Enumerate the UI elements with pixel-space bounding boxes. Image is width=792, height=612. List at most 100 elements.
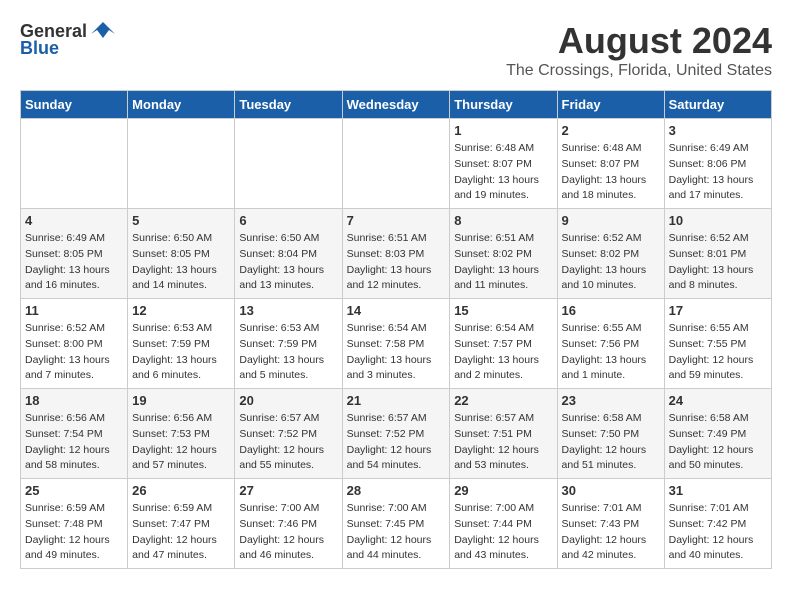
table-row: 30Sunrise: 7:01 AM Sunset: 7:43 PM Dayli… [557, 479, 664, 569]
table-row: 17 Sunrise: 6:55 AM Sunset: 7:55 PM Dayli… [664, 299, 771, 389]
day-number: 16 [562, 303, 660, 318]
table-row: 2 Sunrise: 6:48 AM Sunset: 8:07 PM Daylig… [557, 119, 664, 209]
table-row: 14Sunrise: 6:54 AM Sunset: 7:58 PM Dayli… [342, 299, 450, 389]
day-info: Sunrise: 6:50 AM Sunset: 8:05 PM Dayligh… [132, 231, 230, 294]
day-info: Sunrise: 6:59 AM Sunset: 7:47 PM Dayligh… [132, 501, 230, 564]
calendar-week-row: 1 Sunrise: 6:48 AM Sunset: 8:07 PM Daylig… [21, 119, 772, 209]
logo-blue-text: Blue [20, 38, 59, 59]
calendar-week-row: 11 Sunrise: 6:52 AM Sunset: 8:00 PM Dayli… [21, 299, 772, 389]
calendar-week-row: 25 Sunrise: 6:59 AM Sunset: 7:48 PM Dayli… [21, 479, 772, 569]
day-number: 3 [669, 123, 767, 138]
day-info: Sunrise: 6:51 AM Sunset: 8:02 PM Dayligh… [454, 231, 552, 294]
day-number: 7 [347, 213, 446, 228]
calendar-week-row: 4 Sunrise: 6:49 AM Sunset: 8:05 PM Daylig… [21, 209, 772, 299]
table-row: 20 Sunrise: 6:57 AM Sunset: 7:52 PM Dayli… [235, 389, 342, 479]
table-row: 29 Sunrise: 7:00 AM Sunset: 7:44 PM Dayli… [450, 479, 557, 569]
table-row: 12Sunrise: 6:53 AM Sunset: 7:59 PM Dayli… [128, 299, 235, 389]
table-row: 26 Sunrise: 6:59 AM Sunset: 7:47 PM Dayli… [128, 479, 235, 569]
table-row: 5 Sunrise: 6:50 AM Sunset: 8:05 PM Daylig… [128, 209, 235, 299]
day-info: Sunrise: 6:48 AM Sunset: 8:07 PM Dayligh… [562, 141, 660, 204]
day-info: Sunrise: 7:00 AM Sunset: 7:46 PM Dayligh… [239, 501, 337, 564]
day-info: Sunrise: 6:56 AM Sunset: 7:53 PM Dayligh… [132, 411, 230, 474]
day-info: Sunrise: 6:57 AM Sunset: 7:52 PM Dayligh… [347, 411, 446, 474]
day-number: 28 [347, 483, 446, 498]
day-number: 10 [669, 213, 767, 228]
table-row: 24 Sunrise: 6:58 AM Sunset: 7:49 PM Dayli… [664, 389, 771, 479]
day-info: Sunrise: 7:00 AM Sunset: 7:45 PM Dayligh… [347, 501, 446, 564]
month-year-title: August 2024 [506, 20, 772, 62]
table-row: 6 Sunrise: 6:50 AM Sunset: 8:04 PM Daylig… [235, 209, 342, 299]
day-number: 4 [25, 213, 123, 228]
table-row: 21 Sunrise: 6:57 AM Sunset: 7:52 PM Dayli… [342, 389, 450, 479]
table-row: 1 Sunrise: 6:48 AM Sunset: 8:07 PM Daylig… [450, 119, 557, 209]
day-number: 21 [347, 393, 446, 408]
table-row: 9 Sunrise: 6:52 AM Sunset: 8:02 PM Daylig… [557, 209, 664, 299]
day-info: Sunrise: 7:01 AM Sunset: 7:42 PM Dayligh… [669, 501, 767, 564]
day-info: Sunrise: 6:54 AM Sunset: 7:57 PM Dayligh… [454, 321, 552, 384]
day-info: Sunrise: 6:52 AM Sunset: 8:01 PM Dayligh… [669, 231, 767, 294]
day-number: 20 [239, 393, 337, 408]
table-row: 31 Sunrise: 7:01 AM Sunset: 7:42 PM Dayli… [664, 479, 771, 569]
table-row: 15 Sunrise: 6:54 AM Sunset: 7:57 PM Dayli… [450, 299, 557, 389]
day-info: Sunrise: 6:58 AM Sunset: 7:49 PM Dayligh… [669, 411, 767, 474]
page-header: General Blue August 2024 The Crossings, … [20, 20, 772, 80]
day-number: 31 [669, 483, 767, 498]
col-sunday: Sunday [21, 91, 128, 119]
day-number: 15 [454, 303, 552, 318]
logo-bird-icon [89, 20, 117, 42]
table-row: 13 Sunrise: 6:53 AM Sunset: 7:59 PM Dayli… [235, 299, 342, 389]
col-saturday: Saturday [664, 91, 771, 119]
day-number: 2 [562, 123, 660, 138]
day-info: Sunrise: 6:52 AM Sunset: 8:00 PM Dayligh… [25, 321, 123, 384]
day-info: Sunrise: 6:53 AM Sunset: 7:59 PM Dayligh… [132, 321, 230, 384]
day-number: 18 [25, 393, 123, 408]
day-info: Sunrise: 6:58 AM Sunset: 7:50 PM Dayligh… [562, 411, 660, 474]
table-row: 4 Sunrise: 6:49 AM Sunset: 8:05 PM Daylig… [21, 209, 128, 299]
table-row [128, 119, 235, 209]
day-number: 1 [454, 123, 552, 138]
day-number: 25 [25, 483, 123, 498]
day-number: 11 [25, 303, 123, 318]
day-number: 29 [454, 483, 552, 498]
table-row: 10 Sunrise: 6:52 AM Sunset: 8:01 PM Dayli… [664, 209, 771, 299]
day-number: 13 [239, 303, 337, 318]
table-row: 27 Sunrise: 7:00 AM Sunset: 7:46 PM Dayli… [235, 479, 342, 569]
table-row [235, 119, 342, 209]
day-number: 24 [669, 393, 767, 408]
calendar-week-row: 18 Sunrise: 6:56 AM Sunset: 7:54 PM Dayli… [21, 389, 772, 479]
table-row [21, 119, 128, 209]
day-number: 26 [132, 483, 230, 498]
table-row [342, 119, 450, 209]
table-row: 23Sunrise: 6:58 AM Sunset: 7:50 PM Dayli… [557, 389, 664, 479]
col-tuesday: Tuesday [235, 91, 342, 119]
day-info: Sunrise: 7:00 AM Sunset: 7:44 PM Dayligh… [454, 501, 552, 564]
day-info: Sunrise: 6:52 AM Sunset: 8:02 PM Dayligh… [562, 231, 660, 294]
col-friday: Friday [557, 91, 664, 119]
table-row: 11 Sunrise: 6:52 AM Sunset: 8:00 PM Dayli… [21, 299, 128, 389]
day-info: Sunrise: 6:53 AM Sunset: 7:59 PM Dayligh… [239, 321, 337, 384]
col-monday: Monday [128, 91, 235, 119]
day-number: 17 [669, 303, 767, 318]
day-info: Sunrise: 6:54 AM Sunset: 7:58 PM Dayligh… [347, 321, 446, 384]
day-number: 5 [132, 213, 230, 228]
day-number: 9 [562, 213, 660, 228]
day-info: Sunrise: 6:57 AM Sunset: 7:52 PM Dayligh… [239, 411, 337, 474]
day-number: 27 [239, 483, 337, 498]
day-number: 6 [239, 213, 337, 228]
table-row: 3 Sunrise: 6:49 AM Sunset: 8:06 PM Daylig… [664, 119, 771, 209]
table-row: 25 Sunrise: 6:59 AM Sunset: 7:48 PM Dayli… [21, 479, 128, 569]
col-wednesday: Wednesday [342, 91, 450, 119]
day-info: Sunrise: 6:55 AM Sunset: 7:55 PM Dayligh… [669, 321, 767, 384]
table-row: 19Sunrise: 6:56 AM Sunset: 7:53 PM Dayli… [128, 389, 235, 479]
title-area: August 2024 The Crossings, Florida, Unit… [506, 20, 772, 80]
calendar-header-row: Sunday Monday Tuesday Wednesday Thursday… [21, 91, 772, 119]
day-info: Sunrise: 7:01 AM Sunset: 7:43 PM Dayligh… [562, 501, 660, 564]
day-info: Sunrise: 6:49 AM Sunset: 8:05 PM Dayligh… [25, 231, 123, 294]
day-info: Sunrise: 6:48 AM Sunset: 8:07 PM Dayligh… [454, 141, 552, 204]
day-info: Sunrise: 6:50 AM Sunset: 8:04 PM Dayligh… [239, 231, 337, 294]
day-info: Sunrise: 6:56 AM Sunset: 7:54 PM Dayligh… [25, 411, 123, 474]
table-row: 16Sunrise: 6:55 AM Sunset: 7:56 PM Dayli… [557, 299, 664, 389]
day-info: Sunrise: 6:59 AM Sunset: 7:48 PM Dayligh… [25, 501, 123, 564]
table-row: 22Sunrise: 6:57 AM Sunset: 7:51 PM Dayli… [450, 389, 557, 479]
day-info: Sunrise: 6:49 AM Sunset: 8:06 PM Dayligh… [669, 141, 767, 204]
